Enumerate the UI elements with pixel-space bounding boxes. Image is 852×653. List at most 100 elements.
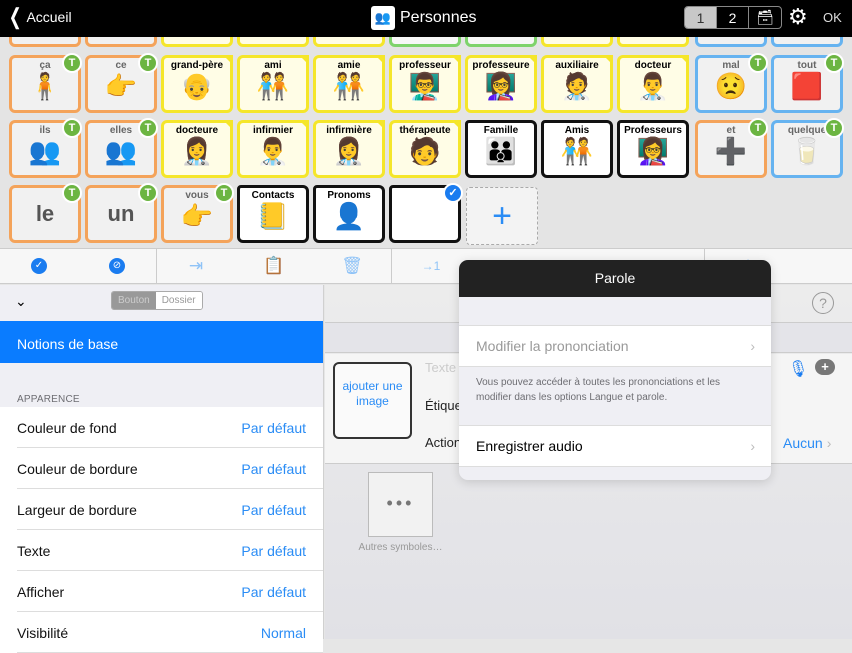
add-image-button[interactable]: ajouter une image bbox=[333, 362, 412, 439]
symbol-cell-partial[interactable] bbox=[541, 37, 613, 47]
symbol-cell-partial[interactable] bbox=[9, 37, 81, 47]
property-row[interactable]: Texte Par défaut bbox=[0, 530, 323, 571]
folder-cell[interactable]: Famille 👪 bbox=[465, 120, 537, 178]
folder-cell[interactable]: Amis 🧑‍🤝‍🧑 bbox=[541, 120, 613, 178]
text-input[interactable]: Texte bbox=[425, 360, 456, 375]
property-row[interactable]: Afficher Par défaut bbox=[0, 571, 323, 612]
symbol-picture-icon: 👥 bbox=[104, 136, 138, 166]
chevron-right-icon: › bbox=[750, 338, 755, 354]
symbol-picture-icon: 👉 bbox=[104, 71, 138, 101]
symbol-cell[interactable]: quelque 🥛 T bbox=[771, 118, 844, 178]
page-switcher: 1 2 🗃 bbox=[684, 6, 782, 29]
property-value[interactable]: Par défaut bbox=[241, 543, 306, 559]
property-value[interactable]: Normal bbox=[261, 625, 306, 641]
back-button[interactable]: ❮ Accueil bbox=[6, 6, 72, 28]
symbol-cell-partial[interactable] bbox=[313, 37, 385, 47]
cell-label: Contacts bbox=[251, 190, 295, 201]
more-symbols-button[interactable]: ••• bbox=[368, 472, 433, 537]
property-row[interactable]: Visibilité Normal bbox=[0, 612, 323, 653]
symbol-cell[interactable]: ce 👉 T bbox=[85, 53, 158, 113]
microphone-icon[interactable]: 🎙 bbox=[788, 359, 808, 379]
symbol-picture-icon: 👤 bbox=[332, 201, 366, 231]
symbol-cell[interactable]: docteur 👨‍⚕️ bbox=[617, 55, 689, 113]
folder-cell[interactable]: ✓ bbox=[389, 183, 463, 243]
symbol-cell-partial[interactable] bbox=[389, 37, 461, 47]
property-row[interactable]: Largeur de bordure Par défaut bbox=[0, 489, 323, 530]
symbol-picture-icon: 👴 bbox=[180, 71, 214, 101]
symbol-cell-partial[interactable] bbox=[237, 37, 309, 47]
paste-button[interactable]: 📋 bbox=[235, 249, 313, 283]
text-badge-icon: T bbox=[138, 118, 158, 138]
segment-button[interactable]: Bouton bbox=[112, 292, 156, 309]
action-field[interactable]: Action bbox=[425, 435, 461, 450]
archive-icon: 🗃 bbox=[756, 9, 774, 25]
property-row[interactable]: Couleur de fond Par défaut bbox=[0, 407, 323, 448]
add-button[interactable]: + bbox=[466, 187, 538, 245]
select-all-button[interactable]: ✓ bbox=[0, 249, 78, 283]
cell-label: auxiliaire bbox=[555, 60, 599, 71]
segment-folder[interactable]: Dossier bbox=[155, 292, 202, 309]
ok-button[interactable]: OK bbox=[823, 10, 842, 25]
symbol-cell-partial[interactable] bbox=[695, 37, 767, 47]
cell-label: le bbox=[35, 201, 55, 226]
archive-button[interactable]: 🗃 bbox=[749, 7, 781, 28]
type-segmented-control: Bouton Dossier bbox=[111, 291, 203, 310]
symbol-cell[interactable]: professeur 👨‍🏫 bbox=[389, 55, 461, 113]
symbol-cell[interactable]: vous 👉 T bbox=[161, 183, 234, 243]
symbol-cell[interactable]: auxiliaire 🧑‍⚕️ bbox=[541, 55, 613, 113]
modify-pronunciation-row[interactable]: Modifier la prononciation › bbox=[459, 325, 771, 367]
folder-cell[interactable]: Professeurs 👩‍🏫 bbox=[617, 120, 689, 178]
text-badge-icon: T bbox=[748, 53, 768, 73]
symbol-cell[interactable]: ils 👥 T bbox=[9, 118, 82, 178]
page-2-button[interactable]: 2 bbox=[717, 7, 749, 28]
page-title-text: Personnes bbox=[400, 9, 477, 26]
symbol-cell-partial[interactable] bbox=[161, 37, 233, 47]
record-audio-row[interactable]: Enregistrer audio › bbox=[459, 425, 771, 467]
symbol-cell[interactable]: professeure 👩‍🏫 bbox=[465, 55, 537, 113]
property-row[interactable]: Couleur de bordure Par défaut bbox=[0, 448, 323, 489]
symbol-cell[interactable]: mal 😟 T bbox=[695, 53, 768, 113]
symbol-cell-partial[interactable] bbox=[85, 37, 157, 47]
page-1-button[interactable]: 1 bbox=[685, 7, 717, 28]
property-label: Afficher bbox=[17, 583, 65, 600]
symbol-cell[interactable]: elles 👥 T bbox=[85, 118, 158, 178]
help-icon[interactable]: ? bbox=[812, 292, 834, 314]
deselect-button[interactable]: ⊘ bbox=[78, 249, 156, 283]
symbol-cell[interactable]: thérapeute 🧑 bbox=[389, 120, 461, 178]
corner-tab bbox=[451, 120, 461, 130]
text-badge-icon: T bbox=[62, 118, 82, 138]
symbol-cell[interactable]: tout 🟥 T bbox=[771, 53, 844, 113]
selected-category[interactable]: Notions de base bbox=[0, 321, 323, 363]
symbol-cell[interactable]: et ➕ T bbox=[695, 118, 768, 178]
folder-cell[interactable]: Pronoms 👤 bbox=[313, 185, 385, 243]
property-value[interactable]: Par défaut bbox=[241, 461, 306, 477]
symbol-cell[interactable]: infirmier 👨‍⚕️ bbox=[237, 120, 309, 178]
speech-popover: Parole Modifier la prononciation › Vous … bbox=[459, 260, 771, 480]
import-button[interactable]: ⇥ bbox=[157, 249, 235, 283]
property-value[interactable]: Par défaut bbox=[241, 420, 306, 436]
cell-label: Famille bbox=[483, 125, 519, 136]
collapse-chevron-icon[interactable]: ⌄ bbox=[15, 293, 27, 310]
property-value[interactable]: Par défaut bbox=[241, 502, 306, 518]
symbol-cell-partial[interactable] bbox=[465, 37, 537, 47]
cell-label: Pronoms bbox=[327, 190, 371, 201]
symbol-cell[interactable]: ami 🧑‍🤝‍🧑 bbox=[237, 55, 309, 113]
symbol-cell-partial[interactable] bbox=[617, 37, 689, 47]
trash-icon: 🗑 bbox=[341, 256, 363, 275]
symbol-cell[interactable]: un T bbox=[85, 183, 158, 243]
symbol-cell[interactable]: docteure 👩‍⚕️ bbox=[161, 120, 233, 178]
cell-label: docteure bbox=[175, 125, 219, 136]
gear-icon[interactable]: ⚙ bbox=[788, 5, 808, 29]
property-value[interactable]: Par défaut bbox=[241, 584, 306, 600]
symbol-cell-partial[interactable] bbox=[771, 37, 843, 47]
symbol-picture-icon: 👩‍⚕️ bbox=[332, 136, 366, 166]
delete-button[interactable]: 🗑 bbox=[313, 249, 391, 283]
symbol-cell[interactable]: le T bbox=[9, 183, 82, 243]
symbol-cell[interactable]: amie 🧑‍🤝‍🧑 bbox=[313, 55, 385, 113]
action-value[interactable]: Aucun › bbox=[783, 435, 831, 451]
symbol-cell[interactable]: infirmière 👩‍⚕️ bbox=[313, 120, 385, 178]
symbol-cell[interactable]: ça 🧍 T bbox=[9, 53, 82, 113]
add-speech-icon[interactable]: + bbox=[815, 359, 835, 375]
symbol-cell[interactable]: grand-père 👴 bbox=[161, 55, 233, 113]
folder-cell[interactable]: Contacts 📒 bbox=[237, 185, 309, 243]
